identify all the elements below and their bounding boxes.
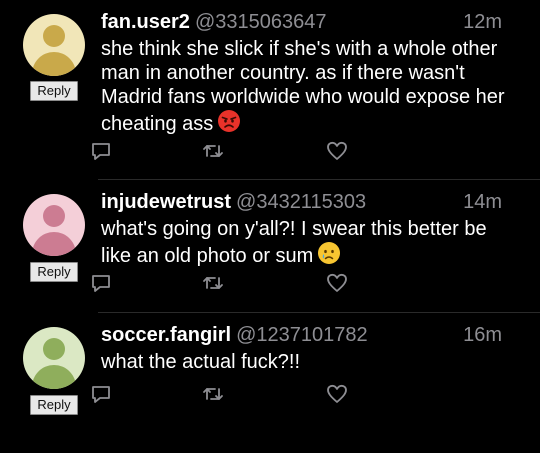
reply-button[interactable]: Reply [30,262,78,282]
tweet-text-container: what the actual fuck?!! [101,350,511,374]
angry-face-emoji-icon [217,109,241,139]
tweet: Reply soccer.fangirl @1237101782 16m wha… [0,313,540,453]
tweet-header: soccer.fangirl @1237101782 16m [101,324,502,350]
timestamp: 14m [463,191,502,213]
retweet-icon[interactable] [201,139,225,163]
avatar[interactable] [23,14,85,76]
user-handle: @3432115303 [236,191,367,213]
heart-icon[interactable] [325,271,349,295]
reply-button[interactable]: Reply [30,395,78,415]
reply-icon[interactable] [89,139,113,163]
username[interactable]: injudewetrust [101,191,231,214]
tweet-actions [89,271,359,295]
avatar[interactable] [23,194,85,256]
tweet-text-container: what's going on y'all?! I swear this bet… [101,217,511,271]
timestamp: 16m [463,324,502,346]
retweet-icon[interactable] [201,382,225,406]
tweet-actions [89,382,359,406]
tweet-header: fan.user2 @3315063647 12m [101,11,502,37]
tweet-text-container: she think she slick if she's with a whol… [101,37,511,139]
crying-face-emoji-icon [317,241,341,271]
heart-icon[interactable] [325,382,349,406]
tweet: Reply injudewetrust @3432115303 14m what… [0,180,540,320]
user-handle: @1237101782 [236,324,368,346]
retweet-icon[interactable] [201,271,225,295]
tweet: Reply fan.user2 @3315063647 12m she thin… [0,0,540,160]
reply-icon[interactable] [89,382,113,406]
tweet-text: she think she slick if she's with a whol… [101,38,505,135]
tweet-actions [89,139,359,163]
tweet-header: injudewetrust @3432115303 14m [101,191,502,217]
timestamp: 12m [463,11,502,33]
reply-icon[interactable] [89,271,113,295]
heart-icon[interactable] [325,139,349,163]
tweet-text: what's going on y'all?! I swear this bet… [101,218,487,267]
avatar[interactable] [23,327,85,389]
username[interactable]: soccer.fangirl [101,324,231,347]
username[interactable]: fan.user2 [101,11,190,34]
reply-button[interactable]: Reply [30,81,78,101]
tweet-text: what the actual fuck?!! [101,351,301,373]
user-handle: @3315063647 [194,11,327,33]
